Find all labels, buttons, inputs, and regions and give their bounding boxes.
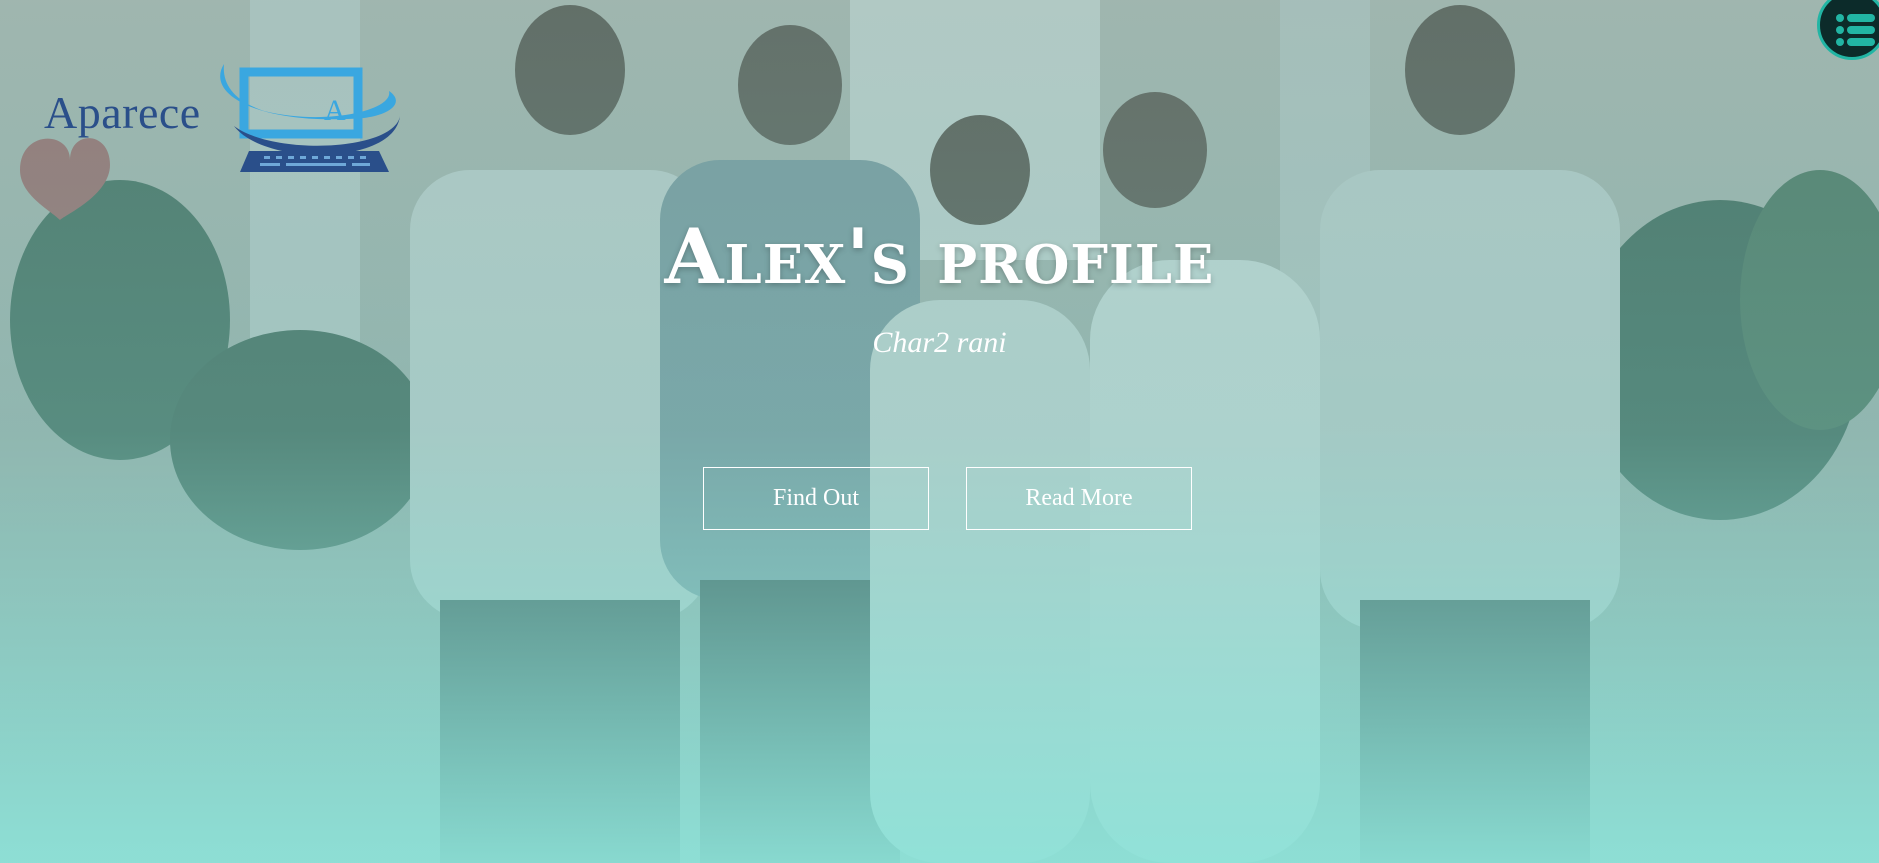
read-more-button[interactable]: Read More xyxy=(966,467,1192,530)
brand-name: Aparece xyxy=(44,87,201,138)
find-out-button[interactable]: Find Out xyxy=(703,467,929,530)
hero-section: Aparece A Alex's profile Char2 rani Find… xyxy=(0,0,1879,863)
brand-logo[interactable]: Aparece A xyxy=(44,56,404,176)
logo-letter: A xyxy=(324,94,346,127)
laptop-logo-icon: A xyxy=(220,64,400,172)
page-subtitle: Char2 rani xyxy=(872,326,1007,359)
page-title: Alex's profile xyxy=(664,212,1215,301)
list-menu-icon xyxy=(1836,14,1875,46)
